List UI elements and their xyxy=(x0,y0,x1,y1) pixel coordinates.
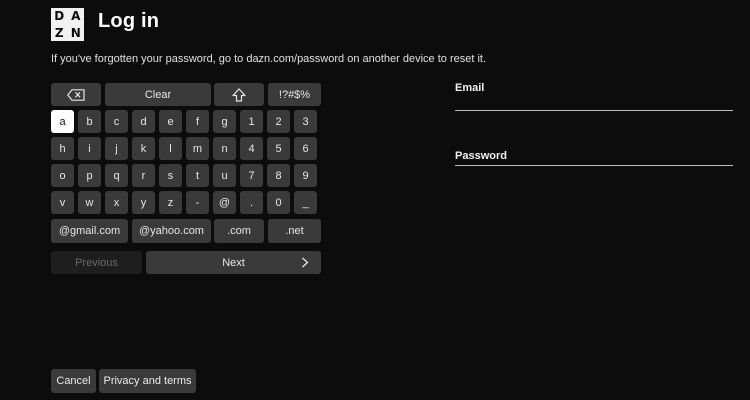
key-7[interactable]: 7 xyxy=(240,164,263,187)
gmail-shortcut-key[interactable]: @gmail.com xyxy=(51,219,128,243)
key-o[interactable]: o xyxy=(51,164,74,187)
dotcom-shortcut-key[interactable]: .com xyxy=(214,219,264,243)
password-field[interactable] xyxy=(455,150,733,166)
cancel-button[interactable]: Cancel xyxy=(51,369,96,393)
key-q[interactable]: q xyxy=(105,164,128,187)
key-c[interactable]: c xyxy=(105,110,128,133)
key-t[interactable]: t xyxy=(186,164,209,187)
key-f[interactable]: f xyxy=(186,110,209,133)
key-6[interactable]: 6 xyxy=(294,137,317,160)
key-_[interactable]: _ xyxy=(294,191,317,214)
key-g[interactable]: g xyxy=(213,110,236,133)
key-m[interactable]: m xyxy=(186,137,209,160)
key-h[interactable]: h xyxy=(51,137,74,160)
key-u[interactable]: u xyxy=(213,164,236,187)
key-9[interactable]: 9 xyxy=(294,164,317,187)
key-j[interactable]: j xyxy=(105,137,128,160)
key-2[interactable]: 2 xyxy=(267,110,290,133)
key-4[interactable]: 4 xyxy=(240,137,263,160)
backspace-icon xyxy=(67,88,85,101)
key--[interactable]: - xyxy=(186,191,209,214)
key-y[interactable]: y xyxy=(132,191,155,214)
previous-button[interactable]: Previous xyxy=(51,251,142,274)
backspace-button[interactable] xyxy=(51,83,101,106)
logo-letter: N xyxy=(70,25,81,40)
page-title: Log in xyxy=(98,10,160,32)
shift-icon xyxy=(232,87,246,102)
key-1[interactable]: 1 xyxy=(240,110,263,133)
chevron-right-icon xyxy=(301,257,309,268)
logo-letter: A xyxy=(71,9,81,24)
logo-letter: Z xyxy=(54,25,64,40)
key-b[interactable]: b xyxy=(78,110,101,133)
next-button[interactable]: Next xyxy=(146,251,321,274)
clear-button[interactable]: Clear xyxy=(105,83,211,106)
key-p[interactable]: p xyxy=(78,164,101,187)
yahoo-shortcut-key[interactable]: @yahoo.com xyxy=(132,219,211,243)
email-label: Email xyxy=(455,82,485,94)
email-underline xyxy=(455,110,733,111)
dotnet-shortcut-key[interactable]: .net xyxy=(268,219,321,243)
key-s[interactable]: s xyxy=(159,164,182,187)
key-d[interactable]: d xyxy=(132,110,155,133)
key-.[interactable]: . xyxy=(240,191,263,214)
key-n[interactable]: n xyxy=(213,137,236,160)
key-l[interactable]: l xyxy=(159,137,182,160)
key-x[interactable]: x xyxy=(105,191,128,214)
key-w[interactable]: w xyxy=(78,191,101,214)
email-field[interactable] xyxy=(455,94,733,110)
symbols-button[interactable]: !?#$% xyxy=(268,83,321,106)
privacy-and-terms-button[interactable]: Privacy and terms xyxy=(99,369,196,393)
key-@[interactable]: @ xyxy=(213,191,236,214)
logo-letter: D xyxy=(54,9,65,24)
key-z[interactable]: z xyxy=(159,191,182,214)
password-underline xyxy=(455,165,733,166)
key-r[interactable]: r xyxy=(132,164,155,187)
key-a[interactable]: a xyxy=(51,110,74,133)
dazn-logo: D A Z N xyxy=(51,8,84,41)
key-0[interactable]: 0 xyxy=(267,191,290,214)
key-k[interactable]: k xyxy=(132,137,155,160)
password-reset-hint: If you've forgotten your password, go to… xyxy=(51,53,487,65)
key-3[interactable]: 3 xyxy=(294,110,317,133)
key-e[interactable]: e xyxy=(159,110,182,133)
shift-button[interactable] xyxy=(214,83,264,106)
next-label: Next xyxy=(222,256,245,269)
key-8[interactable]: 8 xyxy=(267,164,290,187)
key-v[interactable]: v xyxy=(51,191,74,214)
key-i[interactable]: i xyxy=(78,137,101,160)
key-5[interactable]: 5 xyxy=(267,137,290,160)
